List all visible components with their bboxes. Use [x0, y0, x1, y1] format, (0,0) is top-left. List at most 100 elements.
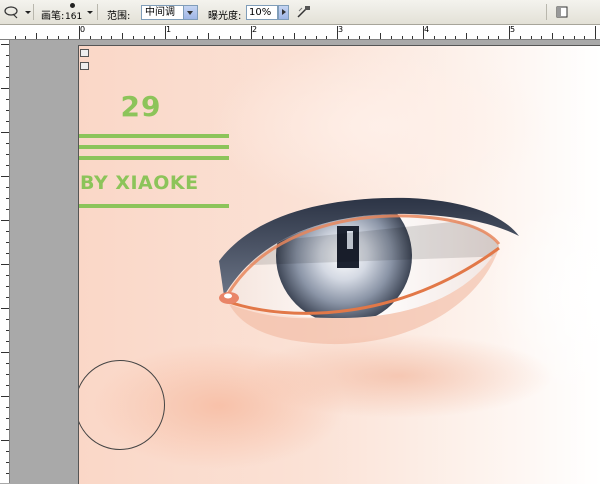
ruler-tick [347, 36, 349, 39]
ruler-tick [358, 36, 360, 39]
ruler-tick [1, 132, 9, 133]
ruler-tick [240, 36, 242, 39]
ruler-tick [36, 33, 37, 39]
ruler-tick [6, 154, 9, 155]
ruler-tick [498, 36, 500, 39]
ruler-tick [261, 36, 263, 39]
ruler-tick [294, 33, 295, 39]
ruler-tick [304, 36, 306, 39]
options-bar: 画笔: 161 范围: 中间调 曝光度: 10% [0, 0, 600, 25]
ruler-tick [6, 297, 9, 298]
brush-label: 画笔: [41, 11, 65, 22]
range-select[interactable]: 中间调 [141, 5, 198, 20]
ruler-tick [89, 36, 91, 39]
ruler-tick [1, 88, 9, 89]
ruler-tick [1, 396, 9, 397]
ruler-label-1: 1 [166, 25, 172, 34]
ruler-tick [1, 264, 9, 265]
ruler-tick [6, 418, 9, 419]
ruler-tick [6, 187, 9, 188]
document-canvas[interactable]: 29 BY XIAOKE [78, 45, 600, 484]
ruler-tick [519, 36, 521, 39]
ruler-tick [111, 36, 113, 39]
ruler-tick [541, 36, 543, 39]
chevron-down-icon[interactable] [183, 6, 197, 19]
ruler-tick [562, 36, 564, 39]
range-label: 范围: [107, 11, 131, 22]
exposure-slider-button[interactable] [278, 5, 289, 20]
ruler-tick [25, 36, 27, 39]
ruler-label-5: 5 [510, 25, 516, 34]
ruler-tick [6, 231, 9, 232]
dodge-tool-icon[interactable] [4, 5, 26, 19]
ruler-tick [390, 36, 392, 39]
ruler-tick [6, 330, 9, 331]
ruler-tick [6, 77, 9, 78]
ruler-tick [68, 36, 70, 39]
ruler-tick [6, 286, 9, 287]
range-select-value: 中间调 [145, 7, 175, 18]
ruler-tick [6, 110, 9, 111]
exposure-input[interactable]: 10% [246, 5, 278, 20]
watermark-stripe [79, 145, 229, 149]
ruler-tick [6, 341, 9, 342]
airbrush-icon[interactable] [296, 5, 312, 19]
ruler-tick [530, 36, 532, 39]
ruler-tick [6, 66, 9, 67]
ruler-tick [132, 36, 134, 39]
ruler-tick [6, 121, 9, 122]
ruler-tick [6, 165, 9, 166]
ruler-tick [1, 44, 9, 45]
ruler-label-4: 4 [424, 25, 430, 34]
ruler-tick [380, 33, 381, 39]
ruler-tick [326, 36, 328, 39]
ruler-tick [401, 36, 403, 39]
ruler-tick [6, 55, 9, 56]
ruler-tick [143, 36, 145, 39]
ruler-tick [584, 36, 586, 39]
ruler-tick [315, 36, 317, 39]
ruler-tick [272, 36, 274, 39]
ruler-label-3: 3 [338, 25, 344, 34]
palette-well-icon[interactable] [556, 6, 568, 18]
brush-size[interactable]: 161 [65, 12, 82, 22]
ruler-tick [57, 36, 59, 39]
watermark-stripe [79, 204, 229, 208]
ruler-tick [6, 429, 9, 430]
tool-preset-dropdown-icon[interactable] [25, 11, 31, 14]
ruler-tick [433, 36, 435, 39]
ruler-tick [1, 176, 9, 177]
brush-preview-icon[interactable] [70, 3, 75, 8]
watermark-number: 29 [120, 90, 162, 123]
ruler-tick [369, 36, 371, 39]
ruler-tick [466, 33, 467, 39]
brush-picker-dropdown-icon[interactable] [87, 11, 93, 14]
ruler-tick [6, 99, 9, 100]
ruler-tick [6, 451, 9, 452]
ruler-tick [6, 275, 9, 276]
ruler-tick [595, 26, 596, 39]
ruler-tick [1, 440, 9, 441]
exposure-label: 曝光度: [208, 11, 242, 22]
ruler-tick [6, 319, 9, 320]
ruler-tick [122, 33, 123, 39]
ruler-tick [197, 36, 199, 39]
vertical-ruler[interactable] [0, 40, 10, 483]
ruler-tick [14, 36, 16, 39]
document-view-icons[interactable] [80, 47, 98, 70]
ruler-label-0: 0 [80, 25, 86, 34]
ruler-tick [444, 36, 446, 39]
ruler-tick [1, 220, 9, 221]
ruler-tick [6, 462, 9, 463]
ruler-tick [283, 36, 285, 39]
ruler-tick [208, 33, 209, 39]
ruler-tick [100, 36, 102, 39]
ruler-tick [175, 36, 177, 39]
ruler-tick [1, 352, 9, 353]
ruler-tick [6, 385, 9, 386]
watermark-stripe [79, 156, 229, 160]
ruler-tick [6, 407, 9, 408]
ruler-tick [552, 33, 553, 39]
ruler-tick [229, 36, 231, 39]
ruler-tick [6, 198, 9, 199]
